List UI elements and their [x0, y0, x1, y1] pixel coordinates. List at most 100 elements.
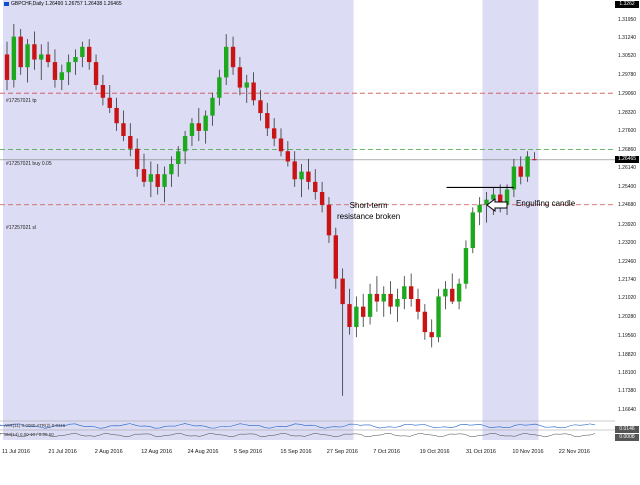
buy-line-label: #17257021 buy 0.05 [6, 161, 52, 167]
candle-body [121, 123, 126, 136]
candle-body [230, 46, 236, 68]
candle-body [271, 128, 277, 139]
time-tick-label: 10 Nov 2016 [512, 449, 544, 455]
candle-body [354, 306, 359, 328]
price-axis[interactable]: 1.3262 1.31950 1.31240 1.30520 1.29780 1.290… [615, 0, 640, 485]
candle-body [511, 166, 517, 190]
candle-body [518, 166, 523, 177]
candle-body [32, 44, 37, 60]
candle-body [278, 138, 284, 152]
price-tick-label: 1.29780 [618, 72, 637, 79]
candle-body [176, 151, 181, 164]
candle-body [244, 82, 249, 88]
candle-body [196, 123, 201, 131]
price-tick-label: 1.30520 [618, 53, 637, 60]
candle-body [402, 286, 407, 300]
time-tick-label: 5 Sep 2016 [234, 449, 263, 455]
candle-body [313, 181, 318, 193]
price-tick-label: 1.22460 [618, 258, 637, 265]
price-tick-label: 1.26140 [618, 165, 637, 172]
candle-body [429, 332, 434, 338]
candle-body [73, 57, 78, 63]
price-tick-label: 1.26860 [618, 146, 637, 153]
time-tick-label: 12 Aug 2016 [141, 449, 173, 455]
candle-body [463, 248, 469, 284]
price-tick-label: 1.21020 [618, 295, 637, 302]
candle-body [388, 293, 393, 307]
candle-body [4, 54, 10, 80]
top-price-badge: 1.3262 [615, 1, 639, 8]
candle-body [189, 123, 195, 136]
price-tick-label: 1.23200 [618, 239, 637, 246]
candle-body [395, 299, 400, 307]
time-tick-label: 21 Jul 2016 [48, 449, 77, 455]
candle-body [182, 135, 188, 152]
candle-body [456, 283, 462, 302]
candle-body [525, 156, 530, 177]
price-tick-label: 1.28320 [618, 109, 637, 116]
engulfing-annotation: Engulfing candle [516, 199, 576, 208]
time-tick-label: 2 Aug 2016 [94, 449, 123, 455]
candle-body [477, 204, 482, 213]
candle-body [367, 293, 373, 317]
candle-body [470, 212, 475, 249]
chart-title-text: GBPCHF,Daily 1.26490 1.26757 1.26438 1.2… [11, 1, 122, 7]
time-axis: 11 Jul 2016 21 Jul 2016 2 Aug 2016 12 Aug 2… [0, 440, 615, 485]
candle-body [18, 36, 23, 68]
resistance-annotation: Short-term resistance broken [337, 200, 400, 222]
candlestick-chart[interactable] [0, 0, 615, 440]
candle-body [251, 82, 256, 101]
candle-body [436, 296, 441, 338]
shaded-zone-1 [482, 0, 539, 440]
price-chart[interactable]: GBPCHF,Daily 1.26490 1.26757 1.26438 1.2… [0, 0, 615, 440]
candle-body [408, 286, 414, 300]
price-tick-label: 1.29060 [618, 90, 637, 97]
candle-body [299, 171, 304, 180]
time-tick-label: 19 Oct 2016 [419, 449, 450, 455]
price-tick-label: 1.31950 [618, 17, 637, 24]
price-tick-label: 1.23920 [618, 221, 637, 228]
osc-indicator-label: SM(14) 0.00 10 / 0.00 50 [4, 432, 54, 437]
price-tick-label: 1.18820 [618, 351, 637, 358]
candle-body [169, 163, 174, 175]
candle-body [361, 306, 366, 317]
candle-body [39, 54, 44, 60]
time-tick-label: 22 Nov 2016 [558, 449, 590, 455]
candle-body [326, 204, 332, 236]
candle-body [333, 235, 338, 279]
candle-body [87, 46, 92, 63]
price-tick-label: 1.20280 [618, 314, 637, 321]
price-tick-label: 1.27600 [618, 127, 637, 134]
candle-body [340, 278, 345, 305]
candle-body [450, 288, 455, 302]
candle-body [415, 299, 421, 312]
candle-body [107, 97, 112, 108]
candle-body [100, 85, 106, 98]
candle-body [59, 72, 64, 80]
candle-body [148, 174, 154, 182]
resistance-annotation-line1: Short-term [349, 201, 388, 210]
chart-icon [4, 1, 9, 6]
candle-body [292, 161, 297, 180]
time-tick-label: 11 Jul 2016 [2, 449, 31, 455]
resistance-annotation-line2: resistance broken [337, 212, 401, 221]
candle-body [319, 192, 325, 205]
candle-body [217, 77, 222, 98]
price-tick-label: 1.24680 [618, 202, 637, 209]
candle-body [224, 46, 229, 78]
candle-body [443, 288, 448, 297]
candle-body [155, 174, 160, 187]
price-tick-label: 1.21740 [618, 277, 637, 284]
price-tick-label: 1.25400 [618, 183, 637, 190]
candle-body [285, 151, 291, 162]
candle-body [306, 171, 311, 182]
candle-body [532, 159, 537, 161]
candle-body [25, 44, 30, 68]
time-tick-label: 24 Aug 2016 [187, 449, 219, 455]
candle-body [114, 107, 119, 124]
candle-body [134, 148, 140, 170]
current-price-badge: 1.26465 [615, 156, 639, 164]
price-tick-label: 1.31240 [618, 35, 637, 42]
chart-title: GBPCHF,Daily 1.26490 1.26757 1.26438 1.2… [4, 1, 122, 7]
candle-body [258, 100, 263, 114]
